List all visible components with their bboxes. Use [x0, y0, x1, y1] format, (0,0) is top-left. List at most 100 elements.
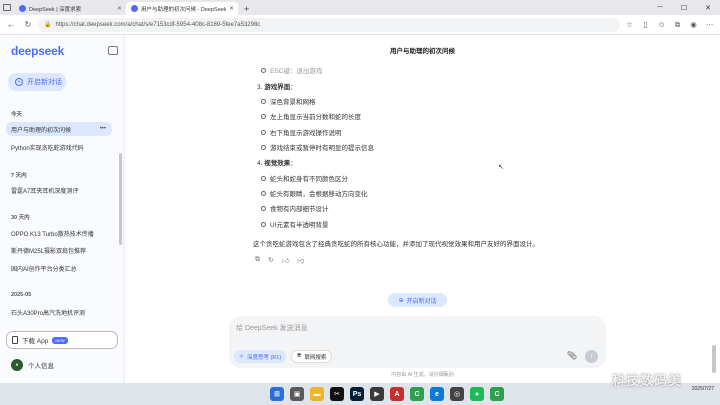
profile-button[interactable]: ● 个人信息 [11, 359, 54, 371]
c-app-icon[interactable]: C [410, 387, 424, 401]
message-composer: 给 DeepSeek 发送消息 ⚛ 深度思考 (R1) 🌐︎ 联网搜索 📎︎ ↑ [229, 316, 606, 368]
numbered-heading: 4. 视觉效果： [257, 160, 297, 167]
attachment-icon[interactable]: 📎︎ [567, 351, 577, 360]
numbered-heading: 3. 游戏界面： [257, 84, 297, 91]
section-7-days: 7 天内 [11, 173, 27, 179]
deepseek-favicon-icon [19, 5, 26, 12]
main-scrollbar[interactable] [712, 345, 716, 373]
lock-icon: 🔒 [44, 22, 52, 28]
more-options-icon[interactable]: ••• [100, 126, 106, 132]
message-input[interactable]: 给 DeepSeek 发送消息 [236, 323, 308, 333]
copy-icon[interactable]: ⧉ [255, 256, 260, 265]
browser-tab-deepseek-home[interactable]: DeepSeek | 深度求索 ✕ [14, 2, 126, 15]
history-item-label: 用户与助理的初次问候 [11, 127, 72, 134]
web-search-toggle[interactable]: 🌐︎ 联网搜索 [291, 350, 333, 363]
web-search-label: 联网搜索 [304, 354, 327, 361]
mouse-cursor-icon: ↖ [498, 164, 504, 171]
media-app-icon[interactable]: ▶ [370, 387, 384, 401]
list-item: 蛇头和蛇身有不同颜色区分 [261, 173, 348, 183]
history-item[interactable]: 国内AI创作平台分类汇总 [6, 261, 112, 275]
favorites-icon[interactable]: ✩ [655, 20, 668, 29]
history-item-label: 斯丹德M25L摄影双肩包推荐 [11, 248, 87, 255]
profile-icon[interactable]: ◉ [687, 20, 700, 29]
browser-tab-chat[interactable]: 用户与助理的初次问候 - DeepSeek ✕ [126, 2, 238, 15]
heading-number: 4. [257, 160, 263, 167]
profile-label: 个人信息 [28, 363, 54, 370]
history-item[interactable]: 石头A30Pro高汽洗地机评测 [6, 305, 112, 319]
split-screen-icon[interactable]: ▯ [639, 20, 652, 29]
close-tab-icon[interactable]: ✕ [117, 5, 122, 12]
history-item[interactable]: 斯丹德M25L摄影双肩包推荐 [6, 243, 112, 257]
system-tray[interactable]: 2025/7/27 [692, 385, 714, 393]
watermark: 科技数码美 [612, 373, 683, 388]
acrobat-icon[interactable]: A [390, 387, 404, 401]
green-app-icon[interactable]: ● [470, 387, 484, 401]
browser-tab-bar: DeepSeek | 深度求索 ✕ 用户与助理的初次问候 - DeepSeek … [0, 0, 720, 15]
file-explorer-icon[interactable]: ▬ [310, 387, 324, 401]
close-window-icon[interactable]: ✕ [696, 0, 720, 15]
new-tab-icon[interactable]: + [238, 4, 255, 15]
message-actions: ⧉ ↻ 👍︎ 👎︎ [255, 256, 304, 265]
obs-icon[interactable]: ◎ [450, 387, 464, 401]
list-item: 深色背景和网格 [261, 96, 316, 106]
section-today: 今天 [11, 112, 23, 118]
list-item: 蛇头有眼睛，会根据移动方向变化 [261, 188, 368, 198]
new-topic-label: 开启新对话 [406, 298, 437, 305]
tab-title: 用户与助理的初次问候 - DeepSeek [141, 6, 226, 13]
deep-think-icon: ⚛ [239, 353, 244, 360]
avatar: ● [11, 359, 23, 371]
regenerate-icon[interactable]: ↻ [268, 256, 274, 265]
url-field[interactable]: 🔒 https://chat.deepseek.com/a/chat/s/e71… [38, 17, 620, 32]
history-item-label: 石头A30Pro高汽洗地机评测 [11, 310, 86, 317]
new-topic-button[interactable]: ⊕ 开启新对话 [388, 293, 447, 307]
back-icon[interactable]: ← [4, 20, 18, 29]
history-item-label: Python实现贪吃蛇游戏代码 [11, 145, 84, 152]
history-item[interactable]: Python实现贪吃蛇游戏代码 [6, 140, 112, 154]
list-item: UI元素有半透明背景 [261, 219, 329, 229]
window-controls: ─ ☐ ✕ [648, 0, 720, 15]
maximize-icon[interactable]: ☐ [672, 0, 696, 15]
sidebar-scrollbar[interactable] [119, 153, 122, 245]
history-item[interactable]: 雷霆A7耳夹耳机深度测评 [6, 183, 112, 197]
thumbs-down-icon[interactable]: 👎︎ [297, 256, 304, 265]
address-bar-row: ← ↻ 🔒 https://chat.deepseek.com/a/chat/s… [0, 15, 720, 35]
close-tab-icon[interactable]: ✕ [229, 5, 234, 12]
more-icon[interactable]: ⋯ [703, 20, 716, 29]
list-item: ESC键：退出游戏 [260, 65, 322, 75]
globe-icon: 🌐︎ [297, 353, 302, 359]
deep-think-toggle[interactable]: ⚛ 深度思考 (R1) [234, 350, 287, 363]
collapse-sidebar-icon[interactable] [108, 46, 118, 55]
refresh-icon[interactable]: ↻ [21, 20, 35, 29]
deepseek-logo: deepseek [11, 44, 65, 58]
list-item: 游戏结束或暂停时有明显的提示信息 [261, 142, 374, 152]
new-badge: NEW [52, 336, 68, 344]
list-item: 右下角显示游戏操作说明 [261, 127, 342, 137]
new-chat-button[interactable]: + 开启新对话 [8, 73, 66, 91]
deepseek-favicon-icon [131, 5, 138, 12]
tab-title: DeepSeek | 深度求索 [29, 6, 82, 13]
thumbs-up-icon[interactable]: 👍︎ [282, 256, 289, 265]
minimize-icon[interactable]: ─ [648, 0, 672, 15]
list-item: 左上角显示当前分数和蛇的长度 [261, 111, 361, 121]
conversation-title: 用户与助理的初次问候 [390, 48, 455, 55]
summary-text: 这个贪吃蛇游戏包含了经典贪吃蛇的所有核心功能，并添加了现代视觉效果和用户友好的界… [253, 241, 539, 248]
send-button[interactable]: ↑ [585, 350, 598, 363]
download-app-button[interactable]: 下载 App NEW [6, 331, 118, 349]
new-chat-label: 开启新对话 [27, 79, 62, 86]
star-icon[interactable]: ☆ [623, 20, 636, 29]
c-app-2-icon[interactable]: C [490, 387, 504, 401]
edge-icon[interactable]: e [430, 387, 444, 401]
history-item[interactable]: 用户与助理的初次问候 ••• [6, 122, 112, 136]
tray-date: 2025/7/27 [691, 386, 714, 392]
collections-icon[interactable]: ⧉ [671, 20, 684, 30]
history-item[interactable]: OPPO K13 Turbo散热技术传播 [6, 226, 112, 240]
task-view-icon[interactable]: ▣ [290, 387, 304, 401]
heading-text: 游戏界面 [264, 84, 291, 91]
section-2025-05: 2025-05 [11, 292, 32, 298]
start-icon[interactable]: ⊞ [270, 387, 284, 401]
list-item: 食物有内部细节设计 [261, 203, 329, 213]
window-menu-icon[interactable] [0, 0, 14, 15]
capcut-icon[interactable]: ✂ [330, 387, 344, 401]
photoshop-icon[interactable]: Ps [350, 387, 364, 401]
history-item-label: 雷霆A7耳夹耳机深度测评 [11, 188, 79, 195]
